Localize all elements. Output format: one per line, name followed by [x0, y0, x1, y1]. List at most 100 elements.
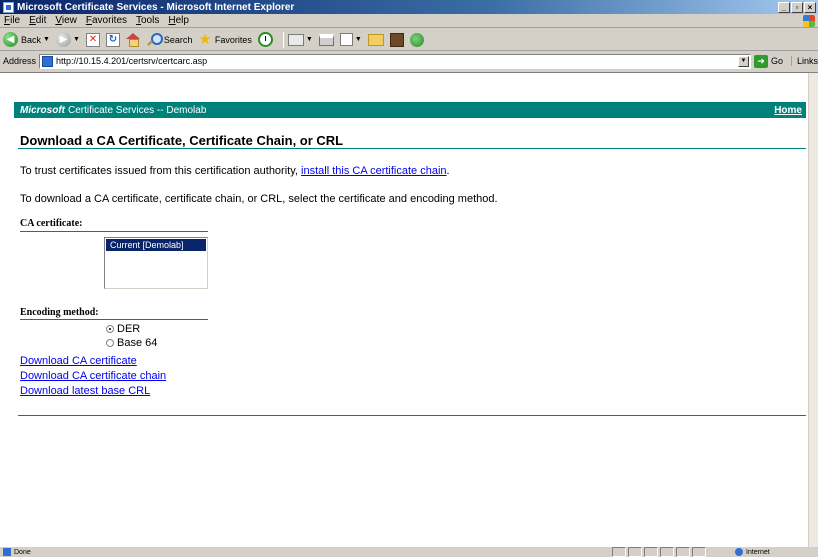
go-arrow-icon: ➜: [753, 54, 768, 68]
back-label: Back: [21, 34, 42, 45]
home-icon: [125, 33, 141, 47]
back-arrow-icon: ◀: [3, 32, 18, 47]
go-label: Go: [770, 56, 783, 66]
page-done-icon: [3, 548, 11, 556]
chevron-down-icon: ▼: [72, 36, 80, 43]
status-pane: [676, 547, 690, 557]
chevron-down-icon: ▼: [305, 36, 313, 43]
certsrv-header-bar: Microsoft Certificate Services -- Demola…: [14, 102, 806, 118]
forward-button[interactable]: ▶ ▼: [55, 32, 80, 47]
base64-radio[interactable]: [106, 339, 114, 347]
address-url: http://10.15.4.201/certsrv/certcarc.asp: [56, 56, 208, 66]
toolbar-separator: [282, 31, 284, 48]
ca-certificate-listbox[interactable]: Current [Demolab]: [104, 237, 208, 289]
encoding-base64-option[interactable]: Base 64: [106, 337, 157, 349]
window-title: Microsoft Certificate Services - Microso…: [17, 1, 295, 13]
encoding-der-option[interactable]: DER: [106, 323, 140, 335]
go-button[interactable]: ➜ Go: [753, 54, 783, 68]
menu-favorites[interactable]: Favorites: [86, 15, 127, 26]
address-label: Address: [3, 56, 37, 66]
trust-paragraph: To trust certificates issued from this c…: [20, 165, 450, 177]
menu-tools[interactable]: Tools: [136, 15, 159, 26]
history-icon: [257, 32, 273, 47]
vertical-scrollbar[interactable]: [808, 73, 818, 548]
menu-help[interactable]: Help: [168, 15, 189, 26]
home-link[interactable]: Home: [774, 105, 802, 116]
refresh-button[interactable]: ↻: [105, 32, 120, 47]
mail-icon: [287, 33, 304, 46]
windows-logo-icon: [803, 15, 815, 27]
download-ca-chain-link[interactable]: Download CA certificate chain: [20, 370, 166, 382]
print-button[interactable]: [318, 33, 334, 46]
chevron-down-icon: ▼: [43, 36, 50, 43]
status-pane: [628, 547, 642, 557]
security-zone: Internet: [735, 547, 770, 557]
ie-app-icon[interactable]: [3, 1, 14, 13]
ca-certificate-label: CA certificate:: [20, 218, 83, 229]
messenger-icon: [409, 32, 424, 47]
forward-arrow-icon: ▶: [55, 32, 71, 47]
close-button[interactable]: ×: [804, 1, 816, 13]
status-pane: [660, 547, 674, 557]
search-button[interactable]: Search: [147, 32, 193, 47]
header-title: Certificate Services -- Demolab: [68, 104, 207, 116]
base64-label: Base 64: [117, 337, 158, 349]
menu-file[interactable]: File: [4, 15, 20, 26]
page-icon: [42, 55, 54, 67]
minimize-button[interactable]: _: [778, 1, 790, 13]
trust-suffix: .: [446, 165, 450, 177]
ca-certificate-option[interactable]: Current [Demolab]: [106, 239, 206, 251]
globe-icon: [735, 548, 743, 556]
status-pane: [644, 547, 658, 557]
edit-button[interactable]: ▼: [339, 33, 362, 46]
back-button[interactable]: ◀ Back ▼: [3, 32, 50, 47]
search-label: Search: [163, 34, 193, 45]
bottom-divider: [18, 415, 806, 416]
folder-icon: [367, 33, 384, 46]
microsoft-brand: Microsoft: [20, 104, 65, 116]
der-radio[interactable]: [106, 325, 114, 333]
menu-view[interactable]: View: [55, 15, 77, 26]
download-base-crl-link[interactable]: Download latest base CRL: [20, 385, 150, 397]
printer-icon: [318, 33, 334, 46]
zone-label: Internet: [746, 548, 770, 556]
favorites-label: Favorites: [214, 34, 252, 45]
stop-icon: ✕: [85, 32, 100, 47]
address-dropdown-icon[interactable]: ▼: [737, 55, 749, 67]
title-divider: [18, 148, 806, 149]
messenger-button[interactable]: [409, 32, 424, 47]
menu-edit[interactable]: Edit: [29, 15, 46, 26]
menu-bar: File Edit View Favorites Tools Help: [0, 14, 818, 28]
folder-button[interactable]: [367, 33, 384, 46]
status-pane: [612, 547, 626, 557]
status-bar: Done Internet: [0, 547, 818, 557]
edit-icon: [339, 33, 353, 46]
refresh-icon: ↻: [105, 32, 120, 47]
restore-button[interactable]: ▫: [791, 1, 803, 13]
install-chain-link[interactable]: install this CA certificate chain: [301, 165, 447, 177]
status-panes: [612, 547, 708, 557]
encoding-method-divider: [20, 319, 208, 320]
standard-toolbar: ◀ Back ▼ ▶ ▼ ✕ ↻ Search ★ Favorites ▼ ▼: [0, 29, 818, 51]
search-icon: [147, 32, 163, 47]
links-button[interactable]: Links: [790, 56, 818, 66]
page-viewport: Microsoft Certificate Services -- Demola…: [0, 72, 818, 548]
favorites-button[interactable]: ★ Favorites: [198, 32, 252, 47]
stop-button[interactable]: ✕: [85, 32, 100, 47]
home-button[interactable]: [125, 33, 141, 47]
address-input[interactable]: http://10.15.4.201/certsrv/certcarc.asp …: [39, 53, 751, 69]
chevron-down-icon: ▼: [354, 36, 362, 43]
window-controls: _ ▫ ×: [778, 1, 816, 13]
status-text: Done: [14, 548, 31, 556]
ca-certificate-divider: [20, 231, 208, 232]
research-icon: [389, 32, 404, 47]
mail-button[interactable]: ▼: [287, 33, 313, 46]
research-button[interactable]: [389, 32, 404, 47]
instructions-text: To download a CA certificate, certificat…: [20, 193, 498, 205]
download-ca-certificate-link[interactable]: Download CA certificate: [20, 355, 137, 367]
encoding-method-label: Encoding method:: [20, 307, 99, 318]
trust-text: To trust certificates issued from this c…: [20, 165, 302, 177]
status-pane: [692, 547, 706, 557]
history-button[interactable]: [257, 32, 273, 47]
title-bar: Microsoft Certificate Services - Microso…: [0, 0, 818, 14]
